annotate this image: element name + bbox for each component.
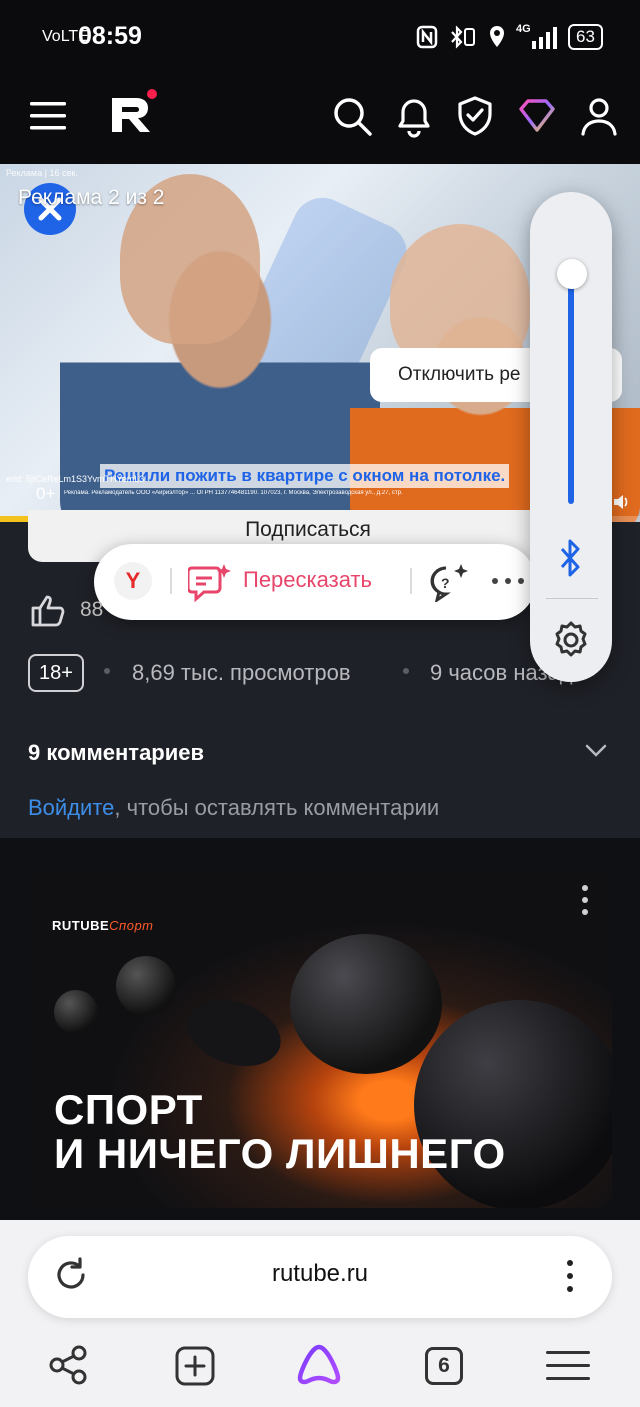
divider (170, 568, 172, 594)
divider (410, 568, 412, 594)
brand-sub: Спорт (109, 918, 154, 933)
share-icon[interactable] (48, 1344, 90, 1386)
status-icons: 4G 63 (416, 23, 603, 50)
search-icon[interactable] (330, 94, 374, 138)
signal-icon: 4G (516, 23, 558, 49)
new-tab-icon[interactable] (175, 1346, 215, 1386)
chevron-down-icon[interactable] (584, 742, 608, 758)
login-prompt: Войдите, чтобы оставлять комментарии (28, 795, 439, 821)
rutube-sport-logo: RUTUBEСпорт (52, 918, 154, 933)
network-label: 4G (516, 23, 531, 35)
volume-divider (546, 598, 598, 599)
promo-headline-line: И НИЧЕГО ЛИШНЕГО (54, 1130, 506, 1177)
small-ball-image (54, 990, 98, 1034)
alice-assistant-icon[interactable] (296, 1342, 342, 1388)
speaker-icon[interactable] (612, 493, 630, 511)
nfc-icon (416, 25, 438, 49)
browser-menu-icon[interactable] (560, 1258, 580, 1294)
premium-diamond-icon[interactable] (515, 94, 559, 138)
retell-button[interactable]: Пересказать (243, 567, 372, 593)
volume-slider-knob[interactable] (557, 259, 587, 289)
tabs-counter[interactable]: 6 (425, 1347, 463, 1385)
volume-slider-track[interactable] (568, 274, 574, 504)
ad-age-rating: 0+ (36, 484, 56, 503)
ad-banner-text: Решили пожить в квартире с окном на пото… (100, 464, 510, 488)
ai-chat-icon[interactable]: ? (428, 562, 470, 602)
bluetooth-vibrate-icon (451, 25, 475, 49)
promo-headline-line: СПОРТ (54, 1086, 203, 1133)
url-text[interactable]: rutube.ru (0, 1260, 640, 1288)
age-badge: 18+ (28, 654, 84, 692)
settings-gear-icon[interactable] (551, 620, 591, 660)
meta-separator (403, 668, 409, 674)
ad-label: Реклама | 16 сек. (6, 168, 78, 178)
like-count: 88 (80, 598, 104, 621)
rutube-logo[interactable] (108, 88, 160, 134)
brand-main: RUTUBE (52, 918, 110, 933)
bell-icon[interactable] (392, 94, 436, 138)
hockey-puck-image (178, 988, 290, 1078)
erid-text: erid: 5jtCeReLm1S3YvmTHYemL3 (6, 474, 145, 484)
meta-separator (104, 668, 110, 674)
ad-counter: Реклама 2 из 2 (18, 186, 165, 209)
battery-indicator: 63 (568, 24, 603, 50)
more-options-icon[interactable] (490, 576, 526, 586)
bluetooth-icon[interactable] (556, 538, 584, 578)
yandex-logo-icon[interactable]: Y (114, 562, 152, 600)
ad-legal-text: Реклама. Рекламодатель ООО «Айриэлтор» .… (64, 490, 403, 496)
retell-icon (188, 564, 231, 602)
promo-headline: СПОРТ И НИЧЕГО ЛИШНЕГО (54, 1088, 506, 1176)
comments-header[interactable]: 9 комментариев (28, 740, 204, 766)
volleyball-image (290, 934, 442, 1074)
login-prompt-text: , чтобы оставлять комментарии (114, 795, 440, 820)
location-icon (490, 26, 504, 47)
shield-icon[interactable] (453, 94, 497, 138)
login-link[interactable]: Войдите (28, 795, 114, 820)
svg-text:?: ? (441, 575, 450, 591)
like-icon[interactable] (30, 594, 66, 628)
status-time: 08:59 (78, 22, 142, 50)
profile-icon[interactable] (577, 94, 621, 138)
hamburger-menu-icon[interactable] (546, 1348, 592, 1384)
menu-icon[interactable] (30, 100, 68, 132)
tire-image (116, 956, 176, 1016)
view-count: 8,69 тыс. просмотров (132, 660, 351, 685)
card-menu-icon[interactable] (575, 882, 595, 922)
